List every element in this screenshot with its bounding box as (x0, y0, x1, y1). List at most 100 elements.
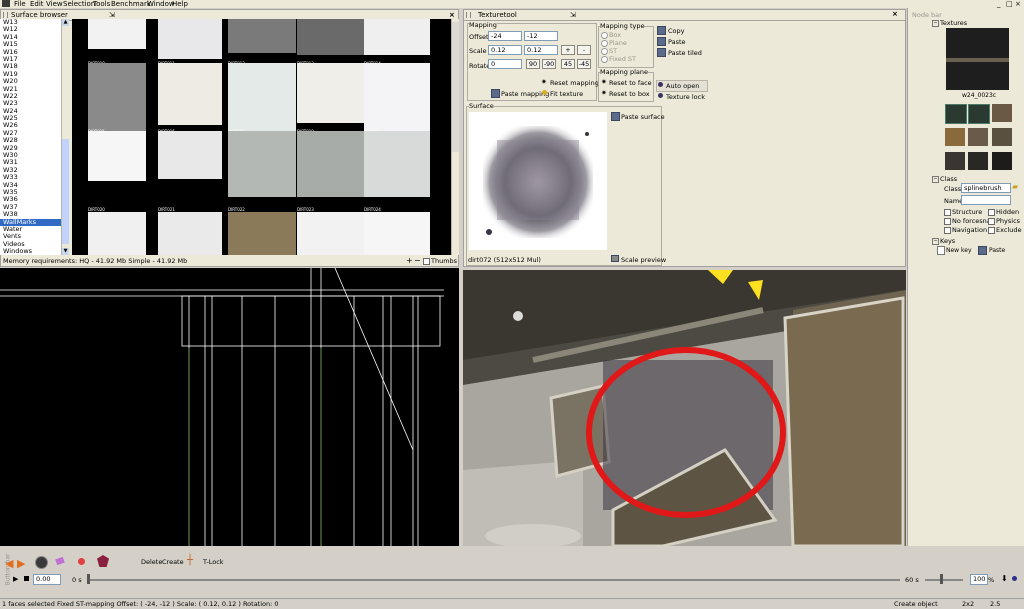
close-icon[interactable]: × (892, 9, 898, 19)
fit-texture-button[interactable]: Fit texture (550, 90, 583, 98)
redo-icon[interactable]: ▶ (17, 557, 25, 570)
scroll-down-icon[interactable]: ▼ (62, 248, 69, 255)
surface-category-list[interactable]: W13 W12 W14 W15 W16 W17 W18 W19 W20 W21 W22 W23 W24 W… (0, 19, 68, 255)
recent-texture-2[interactable] (968, 104, 990, 124)
physics-checkbox[interactable] (988, 218, 995, 225)
zoom-slider-thumb[interactable] (940, 574, 943, 584)
texture-thumbnail[interactable] (88, 131, 146, 181)
rotate-90-button[interactable]: 90 (526, 59, 540, 69)
rotate-45-button[interactable]: 45 (561, 59, 575, 69)
close-window-button[interactable]: × (1015, 0, 1021, 8)
mapping-type-st-radio[interactable] (601, 48, 608, 55)
texture-thumbnail[interactable] (228, 63, 296, 131)
menu-file[interactable]: File (14, 0, 26, 8)
zoom-track[interactable] (925, 579, 963, 581)
collapse-icon[interactable]: − (932, 176, 939, 183)
brush-icon[interactable] (55, 556, 65, 566)
timeline-cursor[interactable] (87, 574, 90, 584)
camera-icon[interactable] (35, 556, 48, 569)
class-field[interactable]: splinebrush (961, 183, 1011, 193)
scale-y-input[interactable]: 0.12 (524, 45, 558, 55)
texture-thumbnail[interactable] (228, 19, 296, 53)
folder-icon[interactable]: ▰ (1012, 183, 1018, 191)
t-lock-button[interactable]: T-Lock (203, 558, 224, 566)
menu-tools[interactable]: Tools (93, 0, 110, 8)
rotate-minus-45-button[interactable]: -45 (577, 59, 591, 69)
menu-edit[interactable]: Edit (30, 0, 44, 8)
viewport-2d[interactable] (0, 267, 459, 546)
rotate-minus-90-button[interactable]: -90 (542, 59, 556, 69)
t-lock-icon[interactable]: ┼ (187, 555, 193, 566)
scale-preview-button[interactable]: Scale preview (621, 256, 666, 264)
light-icon[interactable] (78, 558, 85, 565)
texture-thumbnail[interactable] (364, 63, 430, 133)
menu-help[interactable]: Help (172, 0, 188, 8)
reset-to-box-button[interactable]: Reset to box (609, 90, 650, 98)
paste-key-button[interactable]: Paste (989, 247, 1005, 254)
recent-texture-9[interactable] (992, 152, 1012, 170)
exclude-checkbox[interactable] (988, 227, 995, 234)
menu-view[interactable]: View (46, 0, 63, 8)
texture-thumbnail[interactable] (297, 131, 365, 197)
delete-button[interactable]: Delete (141, 558, 162, 566)
collapse-icon[interactable]: − (932, 238, 939, 245)
scale-x-input[interactable]: 0.12 (488, 45, 522, 55)
main-texture-preview[interactable] (946, 28, 1009, 90)
texture-thumbnail[interactable] (297, 63, 365, 123)
texture-thumbnail[interactable] (88, 63, 146, 131)
panel-grip-icon[interactable] (466, 12, 471, 18)
copy-button[interactable]: Copy (668, 27, 685, 35)
recent-texture-4[interactable] (945, 128, 965, 146)
thumb-scroll-thumb[interactable] (452, 22, 459, 152)
download-icon[interactable]: ⬇ (1001, 574, 1008, 583)
minimize-button[interactable]: _ (997, 0, 1001, 8)
menu-window[interactable]: Window (147, 0, 175, 8)
undo-icon[interactable]: ◀ (5, 557, 13, 570)
hidden-checkbox[interactable] (988, 209, 995, 216)
thumbs-checkbox[interactable] (423, 258, 430, 265)
paste-tiled-button[interactable]: Paste tiled (668, 49, 702, 57)
recent-texture-5[interactable] (968, 128, 988, 146)
mapping-type-box-radio[interactable] (601, 32, 608, 39)
zoom-input[interactable]: 100 (970, 574, 988, 585)
reset-mapping-button[interactable]: Reset mapping (550, 79, 599, 87)
recent-texture-3[interactable] (992, 104, 1012, 122)
texture-thumbnail[interactable] (364, 212, 430, 255)
paste-surface-button[interactable]: Paste surface (621, 113, 665, 121)
reset-to-face-button[interactable]: Reset to face (609, 79, 652, 87)
viewport-3d[interactable] (463, 270, 906, 546)
texture-thumbnail[interactable] (158, 212, 222, 255)
texture-lock-toggle[interactable]: Texture lock (666, 93, 705, 101)
name-field[interactable] (961, 195, 1011, 205)
zoom-in-button[interactable]: + (406, 257, 413, 265)
panel-grip-icon[interactable] (3, 12, 8, 18)
paste-button[interactable]: Paste (668, 38, 686, 46)
stop-button[interactable] (24, 576, 29, 581)
scale-increase-button[interactable]: + (561, 45, 575, 55)
no-forcesnap-checkbox[interactable] (944, 218, 951, 225)
menu-benchmark[interactable]: Benchmark (111, 0, 151, 8)
record-icon[interactable] (1012, 576, 1017, 581)
texture-thumbnail[interactable] (364, 19, 430, 55)
scale-decrease-button[interactable]: - (577, 45, 591, 55)
category-scrollbar[interactable]: ▲ ▼ (61, 19, 69, 255)
mapping-type-plane-radio[interactable] (601, 40, 608, 47)
texture-thumbnail[interactable] (297, 19, 365, 55)
new-key-button[interactable]: New key (946, 247, 972, 254)
navigation-checkbox[interactable] (944, 227, 951, 234)
list-item[interactable]: Windows (0, 247, 68, 255)
zoom-out-button[interactable]: − (414, 257, 421, 265)
recent-texture-6[interactable] (992, 128, 1012, 146)
create-button[interactable]: Create (162, 558, 184, 566)
texture-thumbnail[interactable] (158, 63, 222, 125)
mapping-type-fixed-st-radio[interactable] (601, 56, 608, 63)
offset-y-input[interactable]: -12 (524, 31, 558, 41)
time-input[interactable]: 0.00 (33, 574, 61, 585)
menu-selection[interactable]: Selection (63, 0, 95, 8)
texture-thumbnail[interactable] (158, 19, 222, 59)
scroll-thumb[interactable] (62, 139, 69, 244)
texture-thumbnail[interactable] (364, 131, 430, 197)
timeline-track[interactable] (88, 579, 900, 581)
recent-texture-7[interactable] (945, 152, 965, 170)
texture-thumbnail[interactable] (88, 212, 146, 255)
